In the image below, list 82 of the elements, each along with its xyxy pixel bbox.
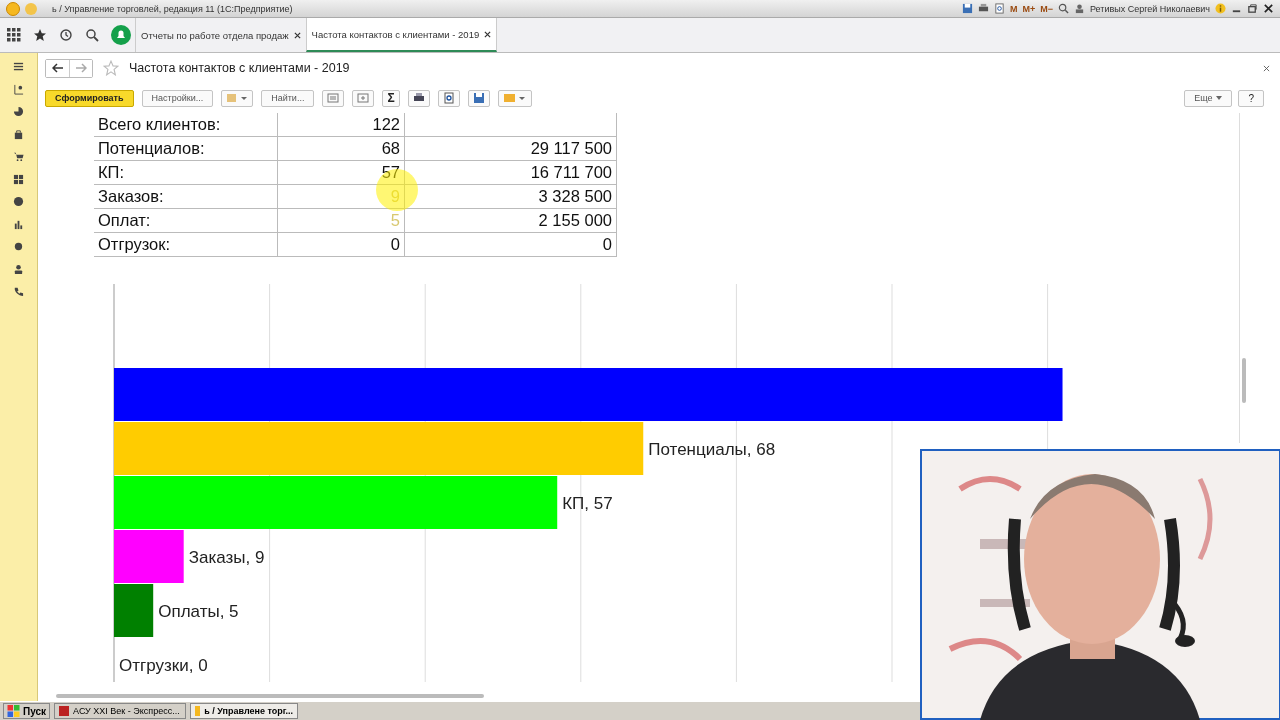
save-icon[interactable] [962,3,973,14]
pie-icon[interactable] [13,106,24,117]
table-cell: 0 [404,232,617,257]
windows-flag-icon [7,705,20,717]
memory-button[interactable]: M− [1040,3,1053,14]
table-cell: Потенциалов: [94,136,278,161]
restore-icon[interactable] [1247,3,1258,14]
close-tab-icon[interactable] [484,30,492,38]
star-icon[interactable] [33,28,47,42]
close-icon[interactable] [1263,3,1274,14]
tab[interactable]: Частота контактов с клиентами - 2019 [305,18,498,52]
print-button[interactable] [407,89,430,107]
memory-button[interactable]: M [1010,3,1018,14]
table-cell: 9 [277,184,405,209]
caret-icon [1216,96,1223,100]
taskbar-item[interactable]: АСУ XXI Век - Экспресс... [54,703,187,719]
data-label: Отгрузки, 0 [119,656,208,675]
table-cell: 2 155 000 [404,208,617,233]
help-button[interactable]: ? [1238,89,1264,107]
user-icon [1074,3,1085,14]
memory-button[interactable]: M+ [1022,3,1036,14]
scrollbar-thumb[interactable] [56,694,484,698]
table-cell: 5 [277,208,405,233]
grid-icon[interactable] [13,173,24,185]
preview-icon[interactable] [994,3,1005,14]
arrow-left-icon [51,63,64,73]
table-cell: 3 328 500 [404,184,617,209]
table-cell: Оплат: [94,208,278,233]
find-button[interactable]: Найти... [261,89,315,107]
info-icon[interactable] [1215,3,1226,14]
menu-icon[interactable] [13,61,24,72]
table-cell: 29 117 500 [404,136,617,161]
data-label: КП, 57 [562,494,613,513]
taskbar-item[interactable]: ь / Управлене торг... [190,703,299,719]
table-cell: КП: [94,160,278,185]
arrow-right-icon [75,63,87,73]
cart-icon[interactable] [13,151,24,162]
chart-icon[interactable] [13,83,24,95]
generate-button[interactable]: Сформировать [45,89,134,107]
scrollbar-thumb[interactable] [1242,358,1246,403]
data-label: Потенциалы, 68 [648,440,776,459]
person-icon[interactable] [13,263,24,275]
app-icon [195,706,201,716]
save-icon [472,92,485,104]
app-icon [59,706,70,716]
folder-dropdown-icon [226,93,249,103]
table-cell: 68 [277,136,405,161]
preview-icon [442,92,455,104]
data-label: Заказы, 9 [188,548,265,567]
save-button[interactable] [467,89,490,107]
zoom-icon[interactable] [1058,3,1069,14]
history-icon[interactable] [59,28,73,42]
bell-icon[interactable] [111,25,131,45]
collapse-icon [327,92,340,104]
user-name[interactable]: Ретивых Сергей Николаевич [1090,3,1210,14]
more-button[interactable]: Еще [1184,89,1233,107]
print-icon [412,92,425,104]
settings-button[interactable]: Настройки... [141,89,214,107]
table-cell: 122 [277,113,405,137]
preview-button[interactable] [437,89,460,107]
table-cell: Отгрузок: [94,232,278,257]
table-cell: Заказов: [94,184,278,209]
bar-chart-icon[interactable] [13,218,24,230]
bag-icon[interactable] [13,128,24,140]
favorite-star-icon[interactable] [103,60,119,76]
search-icon[interactable] [85,28,99,42]
print-icon[interactable] [978,3,989,14]
expand-icon [357,92,370,104]
form-title: Частота контактов с клиентами - 2019 [129,61,350,75]
data-label: Оплаты, 5 [158,602,239,621]
envelope-dropdown-icon [502,93,527,103]
table-cell: 0 [277,232,405,257]
scrollbar[interactable] [1239,113,1247,443]
window-title: ь / Управление торговлей, редакция 11 (1С:Предприятие) [52,3,293,14]
app-logo-icon [6,1,20,16]
phone-icon[interactable] [13,286,24,297]
apps-grid-icon[interactable] [7,28,21,42]
table-cell: Всего клиентов: [94,113,278,137]
close-tab-icon[interactable] [293,31,301,39]
sum-button[interactable]: Σ [382,89,400,107]
start-button[interactable]: Пуск [3,703,51,719]
table-cell: 16 711 700 [404,160,617,185]
